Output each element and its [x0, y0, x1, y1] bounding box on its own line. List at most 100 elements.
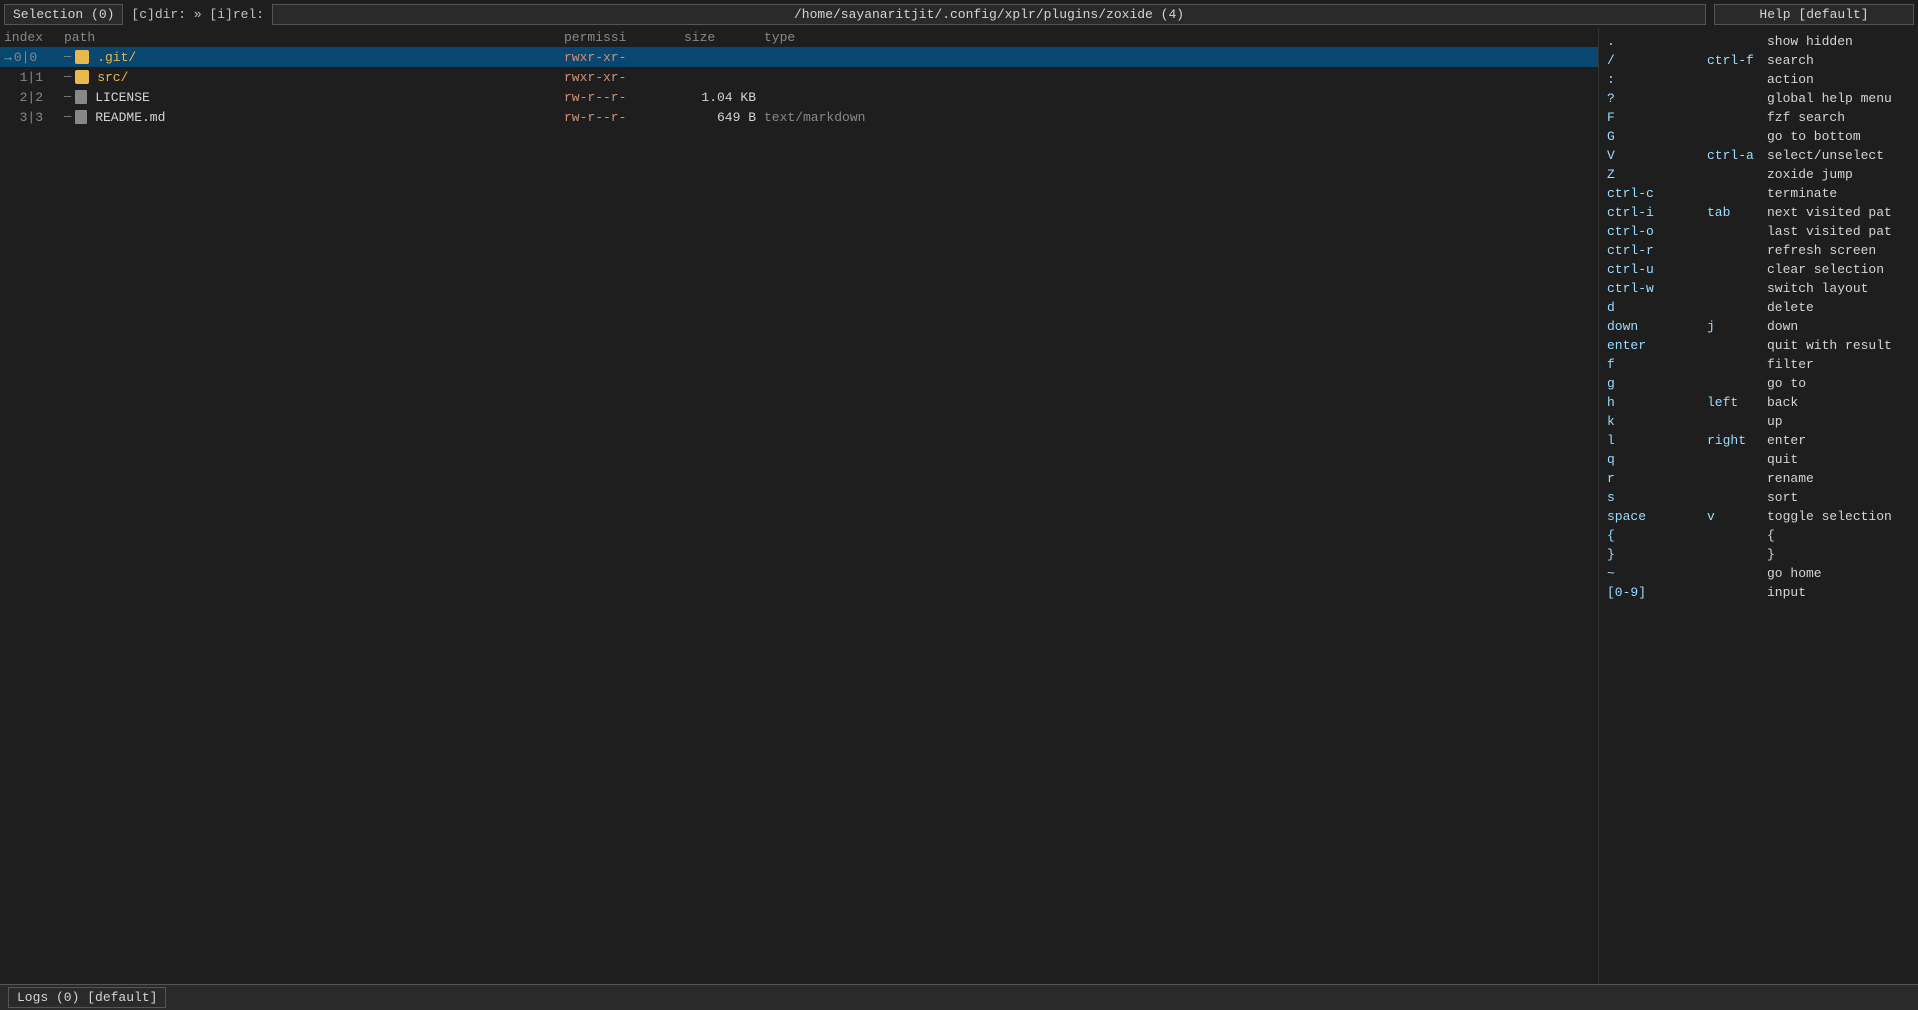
help-panel: .show hidden/ctrl-fsearch:action?global …	[1598, 28, 1918, 984]
help-row: qquit	[1607, 450, 1910, 469]
table-row[interactable]: 3|3─README.mdrw-r--r-649 Btext/markdown	[0, 107, 1598, 127]
help-desc: show hidden	[1767, 32, 1853, 51]
table-row[interactable]: 2|2─LICENSErw-r--r-1.04 KB	[0, 87, 1598, 107]
help-alias	[1707, 298, 1767, 317]
help-row: rrename	[1607, 469, 1910, 488]
help-alias	[1707, 279, 1767, 298]
help-alias	[1707, 70, 1767, 89]
help-row: ctrl-rrefresh screen	[1607, 241, 1910, 260]
row-index-numbers: 2|2	[4, 90, 43, 105]
help-alias	[1707, 374, 1767, 393]
folder-icon	[75, 50, 89, 64]
help-key: ?	[1607, 89, 1707, 108]
help-key: ~	[1607, 564, 1707, 583]
help-alias	[1707, 469, 1767, 488]
help-desc: next visited pat	[1767, 203, 1892, 222]
tree-char: ─	[64, 110, 71, 124]
row-size: 1.04 KB	[684, 90, 764, 105]
col-header-permissions: permissi	[564, 30, 684, 45]
help-alias	[1707, 450, 1767, 469]
row-path: ─LICENSE	[64, 90, 564, 105]
help-entries: .show hidden/ctrl-fsearch:action?global …	[1607, 32, 1910, 602]
help-row: ~go home	[1607, 564, 1910, 583]
cursor-arrow: →	[4, 50, 12, 65]
help-row: Zzoxide jump	[1607, 165, 1910, 184]
help-row: downjdown	[1607, 317, 1910, 336]
help-desc: go to bottom	[1767, 127, 1861, 146]
row-index: →0|0	[4, 50, 64, 65]
help-alias	[1707, 241, 1767, 260]
help-row: enterquit with result	[1607, 336, 1910, 355]
help-alias: tab	[1707, 203, 1767, 222]
help-key: ctrl-r	[1607, 241, 1707, 260]
help-key: ctrl-o	[1607, 222, 1707, 241]
help-desc: enter	[1767, 431, 1806, 450]
help-key: l	[1607, 431, 1707, 450]
help-row: ddelete	[1607, 298, 1910, 317]
help-key: down	[1607, 317, 1707, 336]
table-row[interactable]: →0|0─.git/rwxr-xr-	[0, 47, 1598, 67]
help-desc: }	[1767, 545, 1775, 564]
help-key: F	[1607, 108, 1707, 127]
help-key: G	[1607, 127, 1707, 146]
help-row: Ggo to bottom	[1607, 127, 1910, 146]
help-alias	[1707, 222, 1767, 241]
help-key: /	[1607, 51, 1707, 70]
help-desc: search	[1767, 51, 1814, 70]
help-alias	[1707, 89, 1767, 108]
row-permissions: rwxr-xr-	[564, 50, 684, 65]
help-desc: select/unselect	[1767, 146, 1884, 165]
help-desc: switch layout	[1767, 279, 1868, 298]
help-key: k	[1607, 412, 1707, 431]
help-alias	[1707, 488, 1767, 507]
help-desc: fzf search	[1767, 108, 1845, 127]
help-key: {	[1607, 526, 1707, 545]
selection-badge: Selection (0)	[4, 4, 123, 25]
row-size: 649 B	[684, 110, 764, 125]
help-key: d	[1607, 298, 1707, 317]
help-key: ctrl-i	[1607, 203, 1707, 222]
help-desc: down	[1767, 317, 1798, 336]
help-row: ? global help menu	[1607, 89, 1910, 108]
tree-char: ─	[64, 90, 71, 104]
help-key: }	[1607, 545, 1707, 564]
help-desc: global help menu	[1767, 89, 1892, 108]
file-panel: index path permissi size type →0|0─.git/…	[0, 28, 1598, 984]
row-path: ─.git/	[64, 50, 564, 65]
help-alias	[1707, 32, 1767, 51]
breadcrumb: [c]dir: » [i]rel:	[131, 7, 264, 22]
help-row: spacevtoggle selection	[1607, 507, 1910, 526]
row-permissions: rw-r--r-	[564, 110, 684, 125]
help-key: [0-9]	[1607, 583, 1707, 602]
help-desc: up	[1767, 412, 1783, 431]
help-alias: v	[1707, 507, 1767, 526]
help-alias: ctrl-f	[1707, 51, 1767, 70]
help-alias	[1707, 127, 1767, 146]
row-index: 2|2	[4, 90, 64, 105]
col-header-index: index	[4, 30, 64, 45]
file-icon	[75, 110, 87, 124]
help-row: ctrl-wswitch layout	[1607, 279, 1910, 298]
help-desc: last visited pat	[1767, 222, 1892, 241]
help-row: {{	[1607, 526, 1910, 545]
help-row: [0-9] input	[1607, 583, 1910, 602]
help-row: ctrl-itabnext visited pat	[1607, 203, 1910, 222]
help-row: Ffzf search	[1607, 108, 1910, 127]
help-alias	[1707, 545, 1767, 564]
help-row: .show hidden	[1607, 32, 1910, 51]
help-desc: {	[1767, 526, 1775, 545]
help-key: V	[1607, 146, 1707, 165]
bottom-bar: Logs (0) [default]	[0, 984, 1918, 1010]
help-row: ctrl-o last visited pat	[1607, 222, 1910, 241]
help-desc: action	[1767, 70, 1814, 89]
row-index-numbers: 3|3	[4, 110, 43, 125]
help-key: r	[1607, 469, 1707, 488]
tree-char: ─	[64, 50, 71, 64]
help-desc: quit with result	[1767, 336, 1892, 355]
help-desc: clear selection	[1767, 260, 1884, 279]
help-desc: input	[1767, 583, 1806, 602]
help-key: space	[1607, 507, 1707, 526]
help-alias	[1707, 583, 1767, 602]
table-row[interactable]: 1|1─src/rwxr-xr-	[0, 67, 1598, 87]
help-alias	[1707, 412, 1767, 431]
